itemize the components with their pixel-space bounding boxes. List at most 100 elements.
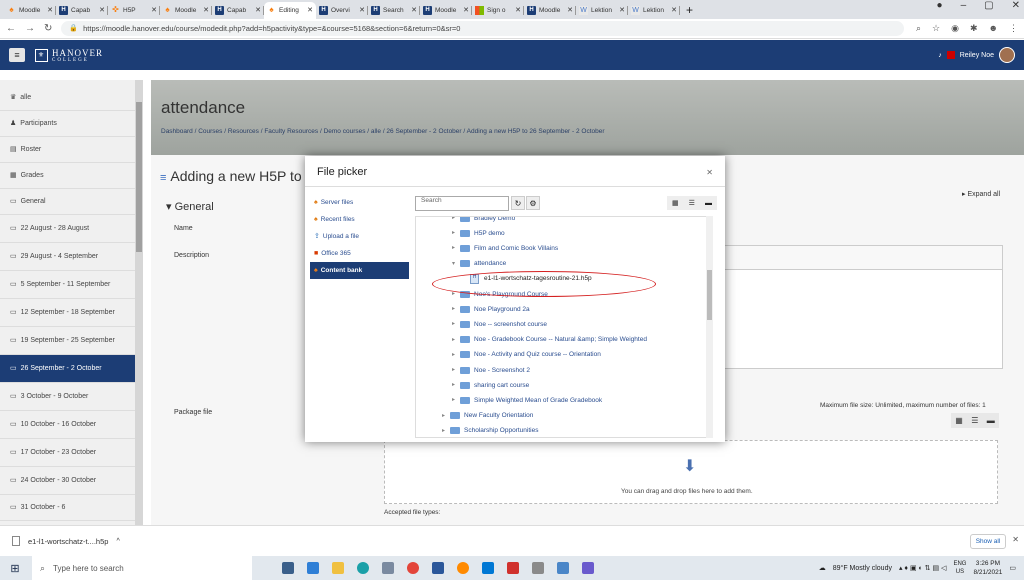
acrobat-icon[interactable] (507, 562, 519, 574)
chevron-right-icon[interactable]: ▸ (442, 428, 445, 434)
chevron-right-icon[interactable]: ▸ (452, 352, 455, 358)
sidebar-item[interactable]: ▦ Grades (0, 163, 143, 189)
sidebar-item[interactable]: ▭ 5 September - 11 September (0, 271, 143, 299)
chevron-right-icon[interactable]: ▸ (442, 413, 445, 419)
close-tab-icon[interactable]: ✕ (151, 7, 157, 14)
user-avatar[interactable] (999, 47, 1015, 63)
notifications-icon[interactable]: ▭ (1009, 564, 1016, 572)
browser-tab[interactable]: H Capab ✕ (56, 2, 108, 19)
close-tab-icon[interactable]: ✕ (671, 7, 677, 14)
chevron-right-icon[interactable]: ▸ (452, 367, 455, 373)
close-tab-icon[interactable]: ✕ (359, 7, 365, 14)
chevron-right-icon[interactable]: ▸ (452, 337, 455, 343)
reload-icon[interactable]: ↻ (44, 23, 52, 34)
close-tab-icon[interactable]: ✕ (619, 7, 625, 14)
chevron-right-icon[interactable]: ▸ (452, 382, 455, 388)
sidebar-item[interactable]: ▭ 31 October - 6 (0, 495, 143, 521)
puzzle-extensions-icon[interactable]: ✱ (970, 24, 978, 33)
snip-icon[interactable] (382, 562, 394, 574)
tree-folder[interactable]: ▸ H5P demo (452, 226, 505, 240)
sidebar-item[interactable]: ▭ 10 October - 16 October (0, 411, 143, 439)
folder-view-icon[interactable]: ▬ (987, 416, 995, 425)
browser-tab[interactable]: H Search ✕ (368, 2, 420, 19)
repository-item[interactable]: ⇪ Upload a file (310, 228, 409, 245)
download-filename[interactable]: e1-l1-wortschatz-t....h5p (28, 537, 108, 546)
repository-item[interactable]: ■ Office 365 (310, 245, 409, 262)
tree-folder[interactable]: ▸ New Faculty Orientation (442, 409, 533, 423)
close-tab-icon[interactable]: ✕ (99, 7, 105, 14)
url-field[interactable]: 🔒 https://moodle.hanover.edu/course/mode… (61, 21, 904, 36)
user-name[interactable]: Reiley Noe (960, 52, 994, 59)
chrome-menu-icon[interactable]: ⋮ (1009, 24, 1018, 33)
minimize-icon[interactable]: – (961, 1, 967, 11)
browser-tab[interactable]: H Capab ✕ (212, 2, 264, 19)
repository-item[interactable]: ♠ Recent files (310, 211, 409, 228)
outlook-icon[interactable] (482, 562, 494, 574)
maximize-icon[interactable]: ▢ (984, 1, 993, 11)
tree-folder[interactable]: ▾ attendance (452, 257, 506, 271)
chevron-right-icon[interactable]: ▸ (452, 397, 455, 403)
edge-icon[interactable] (357, 562, 369, 574)
breadcrumb[interactable]: Dashboard / Courses / Resources / Facult… (161, 128, 605, 135)
tree-folder[interactable]: ▸ Noe Playground 2a (452, 302, 530, 316)
sidebar-item[interactable]: ♟ Participants (0, 111, 143, 137)
tree-folder[interactable]: ▸ Noe - Screenshot 2 (452, 363, 530, 377)
tree-folder[interactable]: ▸ Noe -- screenshot course (452, 317, 547, 331)
browser-tab[interactable]: H Moodle ✕ (524, 2, 576, 19)
tree-view-icon[interactable]: ▬ (705, 200, 712, 207)
tray-icons[interactable]: ▴ ♦ ▣ ◐ ⇅ ▤ ◁ (899, 564, 946, 572)
close-tab-icon[interactable]: ✕ (307, 7, 313, 14)
grid-view-icon[interactable]: ▦ (955, 416, 963, 425)
chevron-right-icon[interactable]: ▸ (452, 245, 455, 251)
taskbar-search[interactable]: ⌕ Type here to search (32, 556, 252, 580)
filemanager-view-buttons[interactable]: ▦ ☰ ▬ (951, 413, 999, 428)
bell-icon[interactable]: ♪ (938, 52, 942, 59)
account-circle-icon[interactable]: ● (937, 1, 943, 11)
show-all-button[interactable]: Show all (970, 534, 1006, 549)
browser-tab[interactable]: W Lektion ✕ (628, 2, 680, 19)
tree-folder[interactable]: ▸ Film and Comic Book Villains (452, 241, 558, 255)
language-indicator[interactable]: ENG US (953, 560, 966, 576)
photos-icon[interactable] (557, 562, 569, 574)
extension-icon[interactable]: ◉ (951, 24, 959, 33)
refresh-icon[interactable]: ↻ (511, 196, 525, 210)
zoom-icon[interactable]: ⌕ (916, 24, 921, 33)
list-view-icon[interactable]: ☰ (971, 416, 978, 425)
chevron-right-icon[interactable]: ▸ (452, 217, 455, 221)
new-tab-icon[interactable]: + (686, 4, 693, 16)
sidebar-item[interactable]: ▭ 29 August - 4 September (0, 243, 143, 271)
tree-folder[interactable]: ▸ Bradley Demo (452, 217, 515, 225)
repository-item[interactable]: ♠ Content bank (310, 262, 409, 279)
sidebar-item[interactable]: ▤ Roster (0, 137, 143, 163)
chevron-right-icon[interactable]: ▸ (452, 230, 455, 236)
browser-tab[interactable]: H Overvi ✕ (316, 2, 368, 19)
back-icon[interactable]: ← (6, 23, 16, 34)
site-logo[interactable]: ⚜ HANOVER COLLEGE (35, 48, 103, 63)
sidebar-item[interactable]: ▭ 26 September - 2 October (0, 355, 143, 383)
general-section-toggle[interactable]: ▾ General (166, 200, 214, 213)
icons-view-icon[interactable]: ▦ (672, 199, 679, 207)
browser-tab[interactable]: H Moodle ✕ (420, 2, 472, 19)
tree-scrollbar[interactable] (706, 216, 713, 438)
sidebar-item[interactable]: ▭ 17 October - 23 October (0, 439, 143, 467)
settings-gear-icon[interactable]: ⚙ (526, 196, 540, 210)
firefox-icon[interactable] (457, 562, 469, 574)
close-tab-icon[interactable]: ✕ (203, 7, 209, 14)
close-window-icon[interactable]: ✕ (1012, 1, 1020, 11)
sidebar-scrollbar-thumb[interactable] (136, 102, 142, 252)
browser-tab[interactable]: ✜ H5P ✕ (108, 2, 160, 19)
sidebar-item[interactable]: ▭ 19 September - 25 September (0, 327, 143, 355)
sidebar-item[interactable]: ▭ 22 August - 28 August (0, 215, 143, 243)
task-view-icon[interactable] (282, 562, 294, 574)
close-tab-icon[interactable]: ✕ (411, 7, 417, 14)
windows-start-icon[interactable]: ⊞ (4, 562, 26, 575)
clock[interactable]: 3:26 PM 8/21/2021 (973, 559, 1002, 577)
chevron-up-icon[interactable]: ^ (116, 538, 119, 545)
tree-folder[interactable]: ▸ Noe - Activity and Quiz course -- Orien… (452, 348, 601, 362)
word-icon[interactable] (432, 562, 444, 574)
messages-icon[interactable] (946, 51, 955, 59)
repository-item[interactable]: ♠ Server files (310, 194, 409, 211)
drawer-toggle-button[interactable]: ≡ (9, 48, 25, 62)
tree-scrollbar-thumb[interactable] (707, 270, 712, 320)
browser-tab[interactable]: Sign o ✕ (472, 2, 524, 19)
